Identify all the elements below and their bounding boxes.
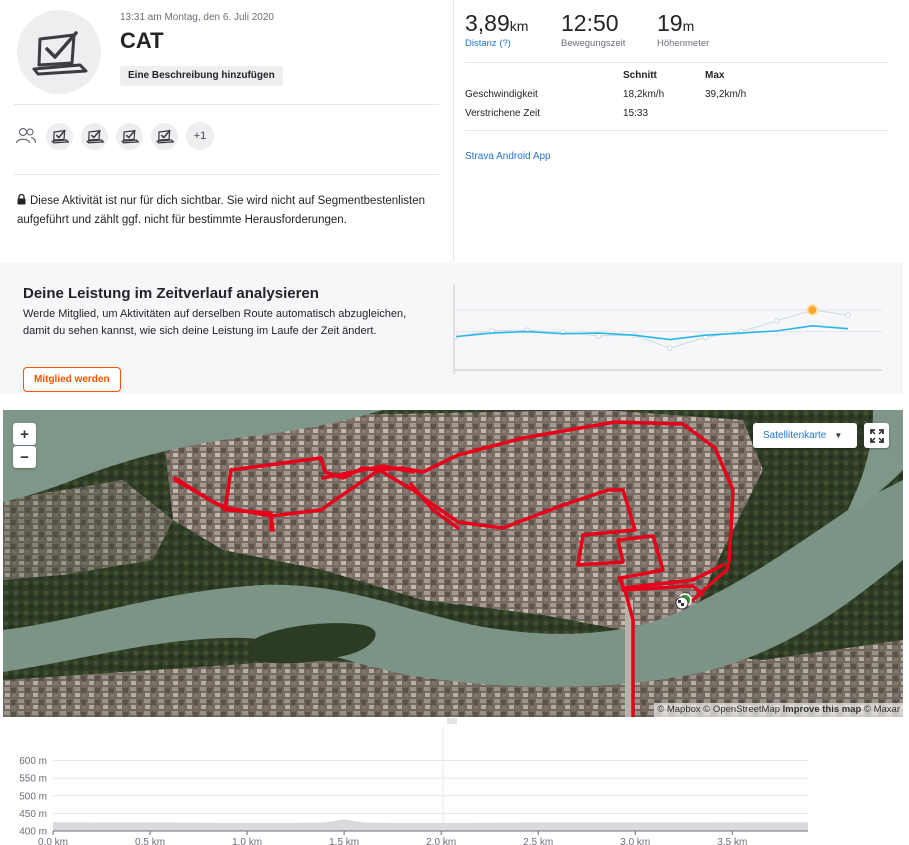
col-average: Schnitt [623, 70, 657, 81]
laptop-check-icon [120, 129, 139, 144]
activity-title[interactable]: CAT [120, 28, 164, 54]
upsell-panel: Deine Leistung im Zeitverlauf analysiere… [0, 263, 903, 394]
y-tick-label: 450 m [19, 809, 47, 820]
x-tick-label: 0.0 km [38, 837, 68, 845]
trend-point [667, 345, 673, 351]
become-member-button[interactable]: Mitglied werden [23, 367, 121, 392]
divider [453, 0, 454, 262]
table-row: Verstrichene Zeit 15:33 [465, 106, 889, 125]
col-max: Max [705, 70, 725, 81]
activity-type-avatar [17, 10, 101, 94]
privacy-notice: Diese Aktivität ist nur für dich sichtba… [17, 192, 427, 229]
zoom-out-button[interactable]: − [13, 446, 36, 468]
performance-trend-chart [453, 284, 882, 374]
laptop-check-icon [85, 129, 104, 144]
stat-elevation: 19m Höhenmeter [657, 10, 709, 49]
x-tick-label: 0.5 km [135, 837, 165, 845]
laptop-check-icon [50, 129, 69, 144]
distance-label[interactable]: Distanz (?) [465, 38, 528, 49]
map-attribution: © Mapbox © OpenStreetMap Improve this ma… [654, 703, 903, 717]
trend-point [845, 312, 851, 318]
laptop-check-icon [32, 31, 88, 76]
privacy-text: Diese Aktivität ist nur für dich sichtba… [17, 195, 426, 226]
distance-value: 3,89 [465, 10, 510, 36]
fullscreen-button[interactable] [864, 423, 889, 448]
add-description-button[interactable]: Eine Beschreibung hinzufügen [120, 66, 283, 86]
x-tick-label: 2.0 km [426, 837, 456, 845]
participant-avatar[interactable] [46, 122, 73, 150]
trend-highlight-point [806, 304, 819, 316]
activity-date: 13:31 am Montag, den 6. Juli 2020 [120, 12, 274, 23]
y-tick-label: 550 m [19, 774, 47, 785]
route-map[interactable]: + − Satellitenkarte ▼ © Mapbox © OpenStre… [3, 410, 903, 717]
map-type-select[interactable]: Satellitenkarte ▼ [753, 423, 857, 448]
moving-time-value: 12:50 [561, 10, 619, 36]
expand-icon [869, 428, 884, 443]
elevation-area [53, 819, 808, 831]
x-tick-label: 1.0 km [232, 837, 262, 845]
elevation-profile-chart[interactable]: 400 m 450 m 500 m 550 m 600 m 0.0 km 0.5 km 1.0… [0, 727, 909, 845]
cell-average: 18,2km/h [623, 89, 665, 100]
elevation-label: Höhenmeter [657, 38, 710, 49]
stat-moving-time: 12:50 Bewegungszeit [561, 10, 625, 49]
row-label: Geschwindigkeit [465, 89, 538, 100]
route-finish-marker[interactable] [675, 596, 689, 610]
divider [14, 104, 439, 105]
stats-table-header: Schnitt Max [465, 68, 889, 87]
stats-table: Schnitt Max Geschwindigkeit 18,2km/h 39,… [465, 68, 889, 125]
upsell-title: Deine Leistung im Zeitverlauf analysiere… [23, 285, 319, 302]
participant-avatar[interactable] [151, 122, 178, 150]
upsell-text: Werde Mitglied, um Aktivitäten auf derse… [23, 308, 407, 337]
map-resize-handle[interactable] [447, 718, 457, 724]
more-participants-badge[interactable]: +1 [186, 122, 214, 150]
table-row: Geschwindigkeit 18,2km/h 39,2km/h [465, 87, 889, 106]
divider [465, 62, 889, 63]
distance-unit: km [509, 18, 529, 34]
elevation-unit: m [682, 18, 695, 34]
group-icon[interactable] [14, 124, 38, 148]
trend-point [773, 318, 780, 324]
improve-map-link[interactable]: Improve this map [783, 704, 862, 715]
elevation-value: 19 [657, 10, 683, 36]
x-tick-label: 3.0 km [620, 837, 650, 845]
participant-avatar[interactable] [81, 122, 108, 150]
stat-distance: 3,89km Distanz (?) [465, 10, 528, 49]
divider [465, 130, 889, 131]
participants-row: +1 [14, 121, 214, 151]
cell-max: 39,2km/h [705, 89, 747, 100]
participant-avatar[interactable] [116, 122, 143, 150]
laptop-check-icon [155, 129, 174, 144]
moving-time-label: Bewegungszeit [561, 38, 626, 49]
caret-down-icon: ▼ [834, 431, 843, 440]
zoom-in-button[interactable]: + [13, 423, 36, 445]
y-tick-label: 400 m [19, 827, 47, 838]
x-tick-label: 2.5 km [523, 837, 553, 845]
lock-icon [17, 193, 26, 211]
activity-route [173, 420, 735, 717]
cell-average: 15:33 [623, 108, 649, 119]
x-tick-label: 3.5 km [717, 837, 747, 845]
y-tick-label: 600 m [19, 756, 47, 767]
trend-point [595, 333, 602, 339]
device-link[interactable]: Strava Android App [465, 151, 551, 162]
x-tick-label: 1.5 km [329, 837, 359, 845]
map-type-label: Satellitenkarte [763, 430, 827, 441]
divider [14, 174, 439, 175]
y-tick-label: 500 m [19, 791, 47, 802]
row-label: Verstrichene Zeit [465, 108, 541, 119]
trend-series-line [455, 325, 849, 341]
